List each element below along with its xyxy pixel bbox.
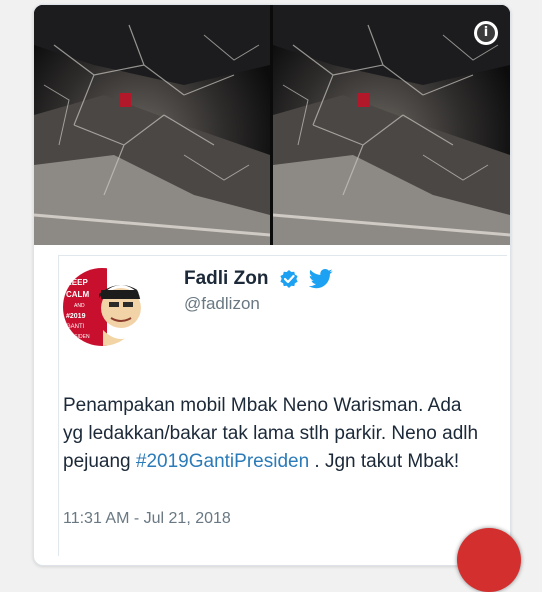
hashtag-link[interactable]: #2019GantiPresiden [136,451,309,472]
burned-car-photo [273,5,510,245]
verified-badge-icon [280,270,298,288]
avatar[interactable]: KEEP CALM AND #2019 GANTI PRESIDEN [63,268,141,346]
tweet-timestamp[interactable]: 11:31 AM - Jul 21, 2018 [63,510,231,528]
avatar-cap [101,290,141,299]
author-handle[interactable]: @fadlizon [184,294,260,314]
avatar-badge-line-2: CALM [66,290,89,299]
avatar-badge-line-1: KEEP [66,278,88,287]
photo-left[interactable] [34,5,270,245]
avatar-badge-line-4: #2019 [66,313,86,320]
avatar-badge-line-6: PRESIDEN [64,334,90,340]
twitter-bird-icon[interactable] [309,269,333,289]
tweet-text-tail: . Jgn takut Mbak! [309,451,460,472]
tweet-card[interactable]: i KEEP CALM AND #2019 GANTI PRESIDEN Fad… [33,4,511,566]
embedded-tweet[interactable]: KEEP CALM AND #2019 GANTI PRESIDEN Fadli… [58,255,507,556]
author-name[interactable]: Fadli Zon [184,268,268,290]
burned-car-photo [34,5,270,245]
tweet-text: Penampakan mobil Mbak Neno Warisman. Ada… [63,392,483,476]
page-edge [516,0,542,540]
avatar-image: KEEP CALM AND #2019 GANTI PRESIDEN [63,268,141,346]
info-icon: i [477,24,495,42]
avatar-badge-line-3: AND [74,303,85,309]
avatar-badge-line-5: GANTI [66,324,85,330]
floating-action-button[interactable] [457,528,521,592]
tweet-media[interactable]: i [34,5,510,245]
info-button[interactable]: i [474,21,498,45]
author-name-row[interactable]: Fadli Zon [184,268,333,294]
photo-right[interactable] [273,5,510,245]
